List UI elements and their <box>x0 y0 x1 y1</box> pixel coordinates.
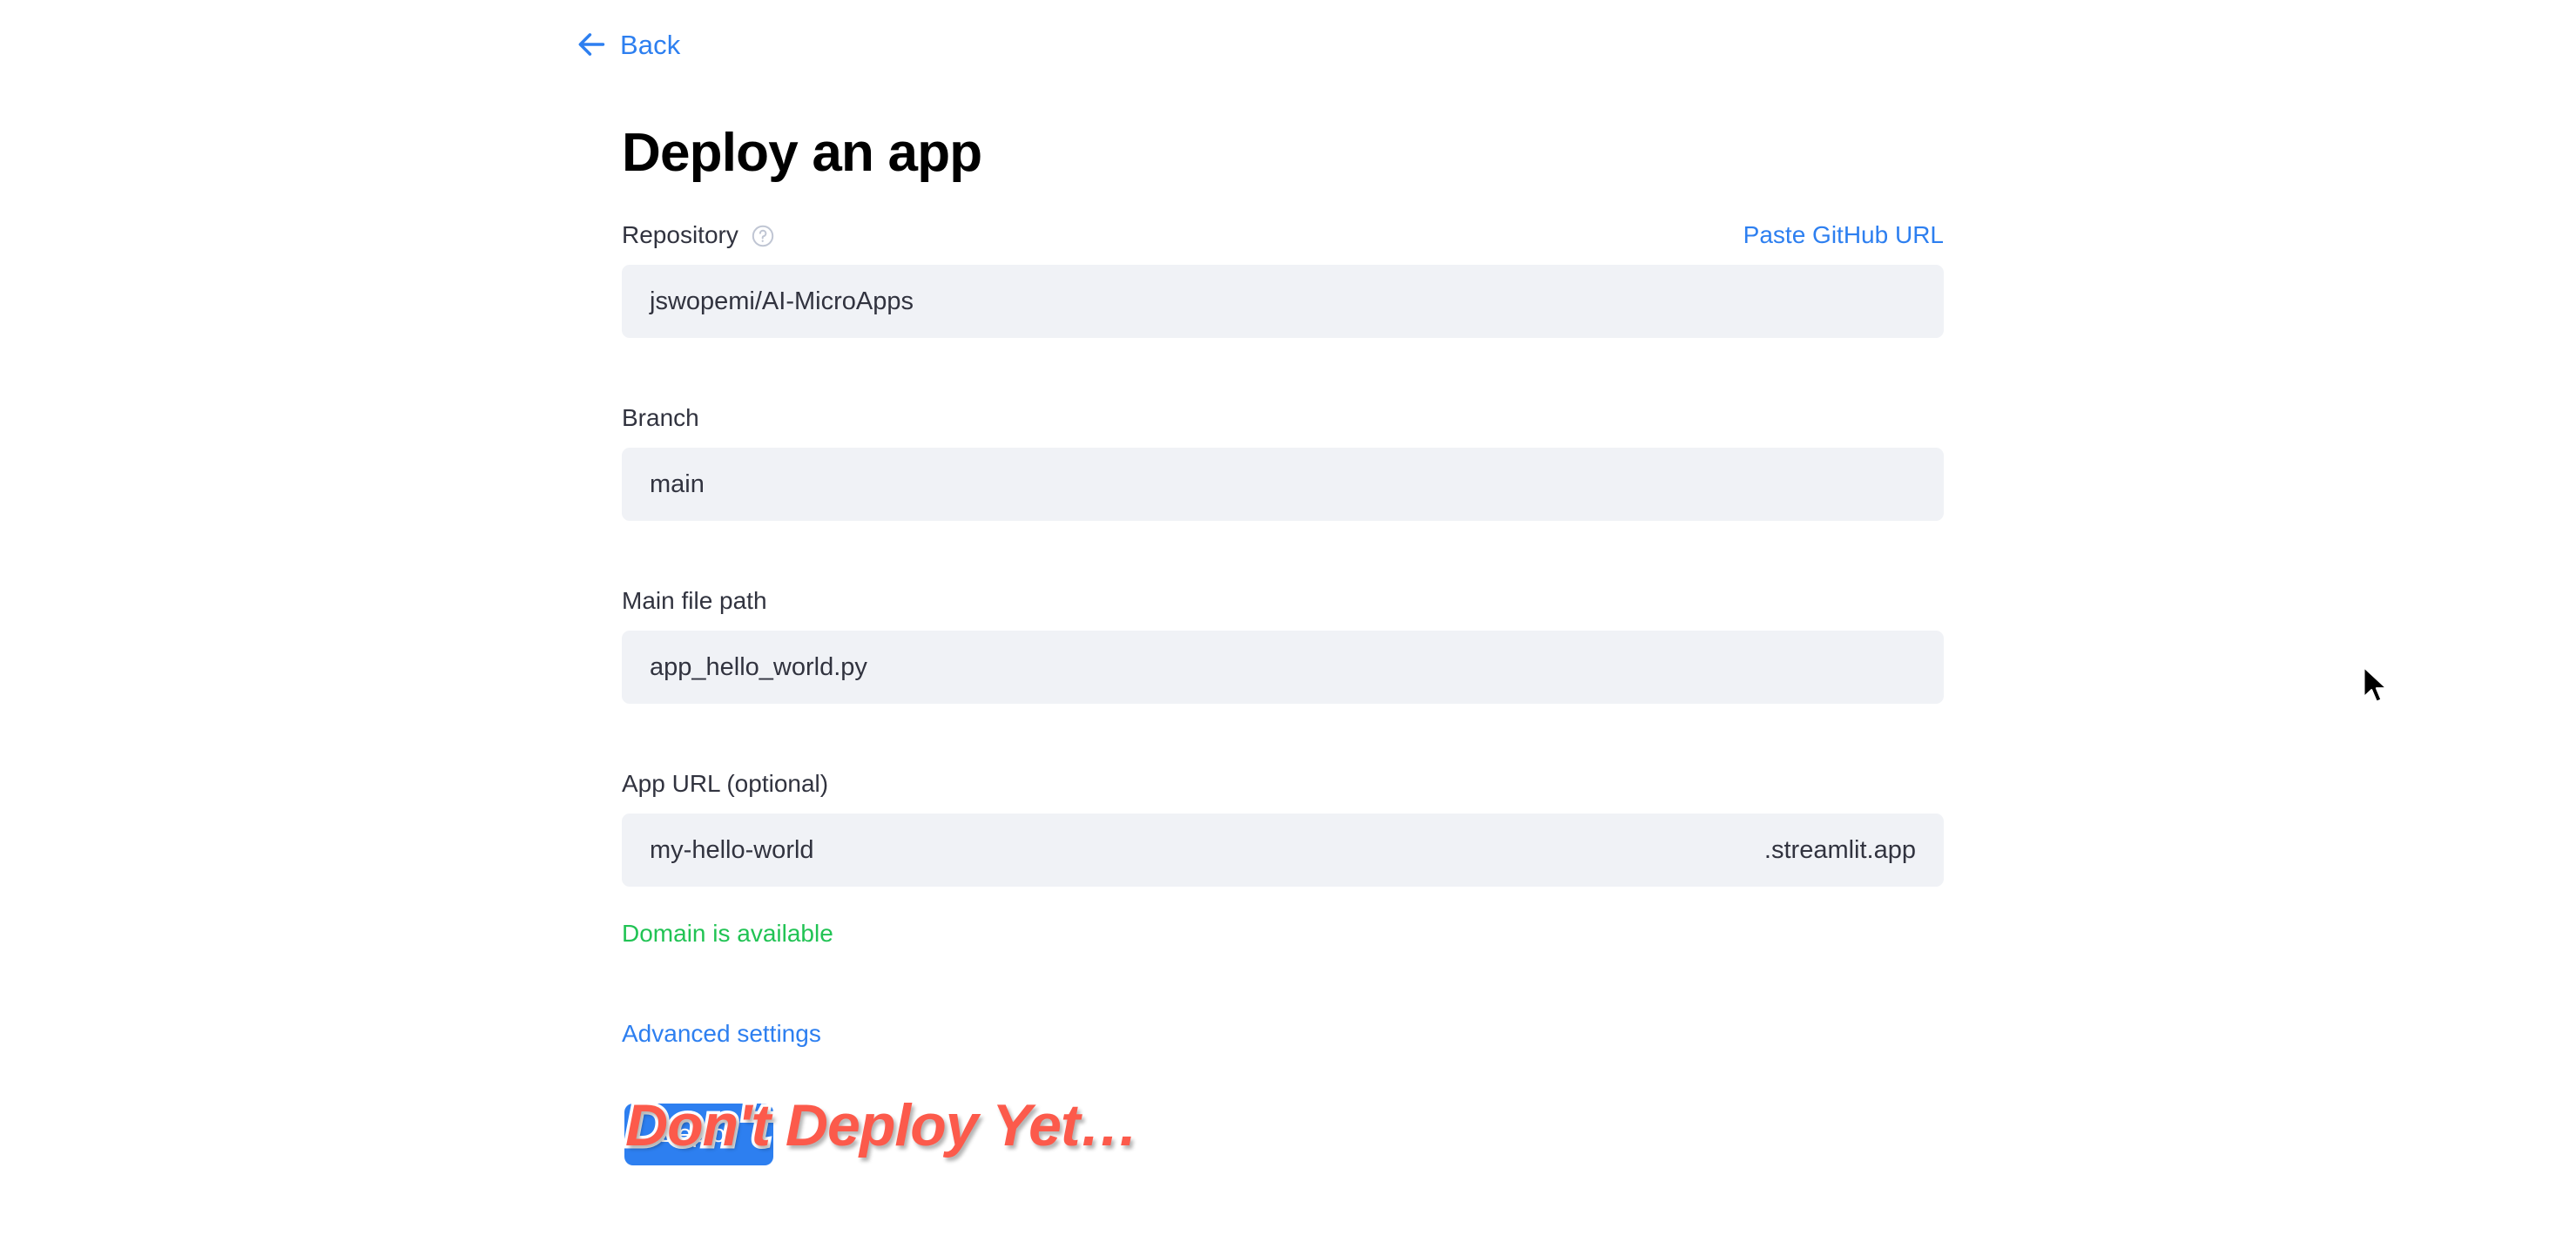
back-label: Back <box>620 29 681 60</box>
repository-input[interactable]: jswopemi/AI-MicroApps <box>622 265 1944 338</box>
branch-label: Branch <box>622 404 699 431</box>
app-url-domain-suffix: .streamlit.app <box>1763 835 1916 864</box>
branch-input[interactable]: main <box>622 448 1944 521</box>
repository-label: Repository <box>622 221 738 248</box>
repository-field: Repository Paste GitHub URL jswopemi/AI-… <box>622 219 1944 338</box>
deploy-button[interactable]: Deploy <box>624 1104 773 1165</box>
main-file-path-label: Main file path <box>622 587 767 614</box>
deploy-app-page: Back Deploy an app Repository Paste GitH… <box>0 0 2576 1249</box>
page-title: Deploy an app <box>622 122 982 183</box>
back-link[interactable]: Back <box>575 28 680 61</box>
branch-field: Branch main <box>622 402 1944 521</box>
app-url-label: App URL (optional) <box>622 770 829 797</box>
branch-field-header: Branch <box>622 402 1944 434</box>
app-url-field: App URL (optional) my-hello-world .strea… <box>622 768 1944 887</box>
arrow-left-icon <box>578 33 605 56</box>
mouse-cursor-icon <box>2363 665 2388 703</box>
main-file-path-input-value: app_hello_world.py <box>650 652 867 681</box>
paste-github-url-link[interactable]: Paste GitHub URL <box>1743 221 1944 249</box>
help-circle-icon[interactable] <box>751 224 775 248</box>
app-url-input-value: my-hello-world <box>650 835 814 864</box>
app-url-field-header: App URL (optional) <box>622 768 1944 800</box>
app-url-input[interactable]: my-hello-world .streamlit.app <box>622 814 1944 887</box>
repository-input-value: jswopemi/AI-MicroApps <box>650 287 914 315</box>
main-file-path-field: Main file path app_hello_world.py <box>622 585 1944 704</box>
main-file-path-field-header: Main file path <box>622 585 1944 617</box>
domain-availability-status: Domain is available <box>622 920 833 947</box>
main-file-path-input[interactable]: app_hello_world.py <box>622 631 1944 704</box>
advanced-settings-link[interactable]: Advanced settings <box>622 1020 821 1048</box>
branch-input-value: main <box>650 469 705 498</box>
repository-field-header: Repository Paste GitHub URL <box>622 219 1944 251</box>
